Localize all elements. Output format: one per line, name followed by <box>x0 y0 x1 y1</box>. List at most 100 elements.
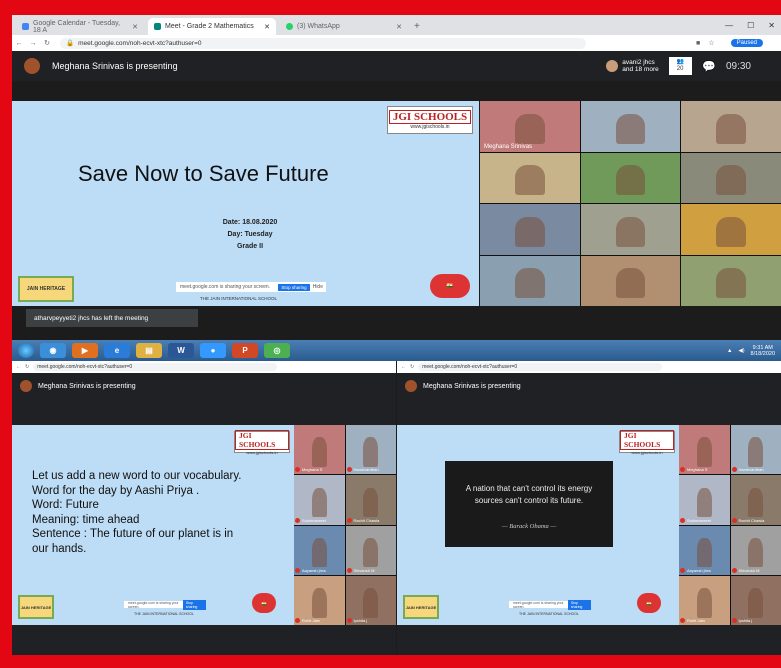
browser-toolbar: ← → ↻ 🔒 meet.google.com/noh-ecvt-xtc?aut… <box>12 35 781 51</box>
maximize-icon[interactable]: ☐ <box>747 21 754 30</box>
participant-tile[interactable]: Aayansh jhcs <box>294 525 345 575</box>
forward-icon[interactable]: → <box>26 40 40 47</box>
participant-video <box>363 588 379 618</box>
participant-video <box>363 437 379 467</box>
participant-tile[interactable] <box>580 255 681 306</box>
school-name: THE JAIN INTERNATIONAL SCHOOL <box>200 296 278 301</box>
taskbar-app-icon[interactable]: ▤ <box>136 343 162 358</box>
close-window-icon[interactable]: ✕ <box>768 21 775 30</box>
taskbar-app-icon[interactable]: P <box>232 343 258 358</box>
participant-tile[interactable] <box>681 255 781 306</box>
presenter-avatar <box>20 380 32 392</box>
star-icon[interactable]: ☆ <box>708 39 714 47</box>
address-bar[interactable]: meet.google.com/noh-ecvt-xtc?authuser=0 <box>33 363 278 371</box>
back-icon[interactable]: ← <box>12 40 26 47</box>
taskbar-app-icon[interactable]: ◎ <box>264 343 290 358</box>
participant-tile[interactable]: Ipshita j <box>730 575 781 625</box>
participant-name: Meghana S <box>302 467 323 473</box>
meet-top-bar: Meghana Srinivas is presenting <box>397 373 781 399</box>
participant-tile[interactable] <box>480 204 580 255</box>
taskbar-app-icon[interactable]: ● <box>200 343 226 358</box>
tab-whatsapp[interactable]: (3) WhatsApp ✕ <box>280 18 408 35</box>
participant-initial-badge <box>295 467 300 473</box>
participant-tile[interactable]: Harshvardhan <box>345 425 396 475</box>
participant-tile[interactable]: Rachit Chawla <box>730 475 781 525</box>
back-icon[interactable]: ← <box>16 364 21 370</box>
notification-toast: atharvpeyyeti2 jhcs has left the meeting <box>26 309 198 327</box>
taskbar-app-icon[interactable]: e <box>104 343 130 358</box>
start-button[interactable] <box>18 343 34 358</box>
participant-tile[interactable]: Sukhmanreet <box>294 475 345 525</box>
meet-top-bar: Meghana Srinivas is presenting <box>12 373 396 399</box>
lock-icon: 🔒 <box>66 40 75 47</box>
slide-grade: Grade II <box>236 243 264 250</box>
taskbar-app-icon[interactable]: W <box>168 343 194 358</box>
screen-share-bar: meet.google.com is sharing your screen. … <box>124 599 206 610</box>
participant-initial-badge <box>346 618 352 623</box>
participant-tile[interactable] <box>580 101 681 152</box>
participant-initial-badge <box>680 567 685 573</box>
participant-tile[interactable]: Meghana Srinivas <box>480 101 580 152</box>
participant-initial-badge <box>731 467 737 473</box>
participant-tile[interactable] <box>480 152 580 203</box>
participant-tile[interactable]: Harshvardhan <box>730 425 781 475</box>
participant-video <box>615 268 646 299</box>
profile-paused-button[interactable]: Paused <box>730 39 763 47</box>
participant-tile[interactable]: Rachit Chawla <box>345 475 396 525</box>
share-text: meet.google.com is sharing your screen. <box>180 284 271 290</box>
volume-icon[interactable]: ◀) <box>738 348 744 354</box>
tab-google-meet[interactable]: Meet - Grade 2 Mathematics ✕ <box>148 18 276 35</box>
stop-sharing-button[interactable]: Stop sharing <box>567 599 591 610</box>
participant-tile[interactable]: Meghana S <box>679 425 730 475</box>
participant-tile[interactable]: Sukhmanreet <box>679 475 730 525</box>
close-tab-icon[interactable]: ✕ <box>132 23 138 31</box>
stop-sharing-button[interactable]: Stop sharing <box>182 599 206 610</box>
close-tab-icon[interactable]: ✕ <box>396 23 402 31</box>
participant-tile[interactable]: Rohit Jain <box>679 575 730 625</box>
participant-avatar <box>606 60 619 72</box>
participant-video <box>696 588 712 618</box>
participants-summary[interactable]: avani2 jhcs and 18 more <box>606 59 659 73</box>
back-icon[interactable]: ← <box>401 364 406 370</box>
participant-tile[interactable]: Aayansh jhcs <box>679 525 730 575</box>
reload-icon[interactable]: ↻ <box>25 364 29 370</box>
tray-clock[interactable]: 9:31 AM 8/18/2020 <box>751 345 775 357</box>
participant-video <box>716 216 747 247</box>
reload-icon[interactable]: ↻ <box>410 364 414 370</box>
participant-tile[interactable]: Rohit Jain <box>294 575 345 625</box>
participant-tile[interactable] <box>681 152 781 203</box>
tab-google-calendar[interactable]: Google Calendar - Tuesday, 18 A ✕ <box>16 18 144 35</box>
participant-tile[interactable] <box>580 152 681 203</box>
browser-toolbar: ← ↻ meet.google.com/noh-ecvt-xtc?authuse… <box>397 361 781 373</box>
participant-tile[interactable]: Meghana S <box>294 425 345 475</box>
address-bar[interactable]: meet.google.com/noh-ecvt-xtc?authuser=0 <box>418 363 663 371</box>
participant-tile[interactable] <box>480 255 580 306</box>
participant-tile[interactable]: Ipshita j <box>345 575 396 625</box>
vocabulary-line: Meaning: time ahead <box>32 513 140 526</box>
participant-tile[interactable] <box>580 204 681 255</box>
participant-tile[interactable]: Shivansh M <box>345 525 396 575</box>
address-bar[interactable]: 🔒 meet.google.com/noh-ecvt-xtc?authuser=… <box>60 37 586 49</box>
logo-brand: JGI SCHOOLS <box>620 429 674 450</box>
chat-icon[interactable]: 💬 <box>702 60 716 73</box>
network-icon[interactable]: ▲ <box>727 348 732 354</box>
reload-icon[interactable]: ↻ <box>40 39 54 47</box>
camera-icon[interactable]: ■ <box>696 40 700 47</box>
taskbar-app-icon[interactable]: ▶ <box>72 343 98 358</box>
logo-site: www.jgischools.in <box>410 124 450 130</box>
minimize-icon[interactable]: — <box>725 21 733 30</box>
close-tab-icon[interactable]: ✕ <box>264 23 270 31</box>
new-tab-button[interactable]: + <box>414 21 420 32</box>
hide-button[interactable]: Hide <box>313 284 323 290</box>
participant-tile[interactable]: Shivansh M <box>730 525 781 575</box>
participant-tile[interactable] <box>681 101 781 152</box>
participant-tile[interactable] <box>681 204 781 255</box>
tab-label: Google Calendar - Tuesday, 18 A <box>33 19 121 34</box>
vocabulary-text: Let us add a new word to our vocabulary.… <box>32 469 241 556</box>
participants-button[interactable]: 👥 20 <box>668 57 693 75</box>
participant-video <box>363 487 379 518</box>
taskbar-app-icon[interactable]: ◉ <box>40 343 66 358</box>
stop-sharing-button[interactable]: Stop sharing <box>278 283 310 291</box>
participant-video <box>748 487 764 518</box>
url-text: meet.google.com/noh-ecvt-xtc?authuser=0 <box>78 39 202 47</box>
